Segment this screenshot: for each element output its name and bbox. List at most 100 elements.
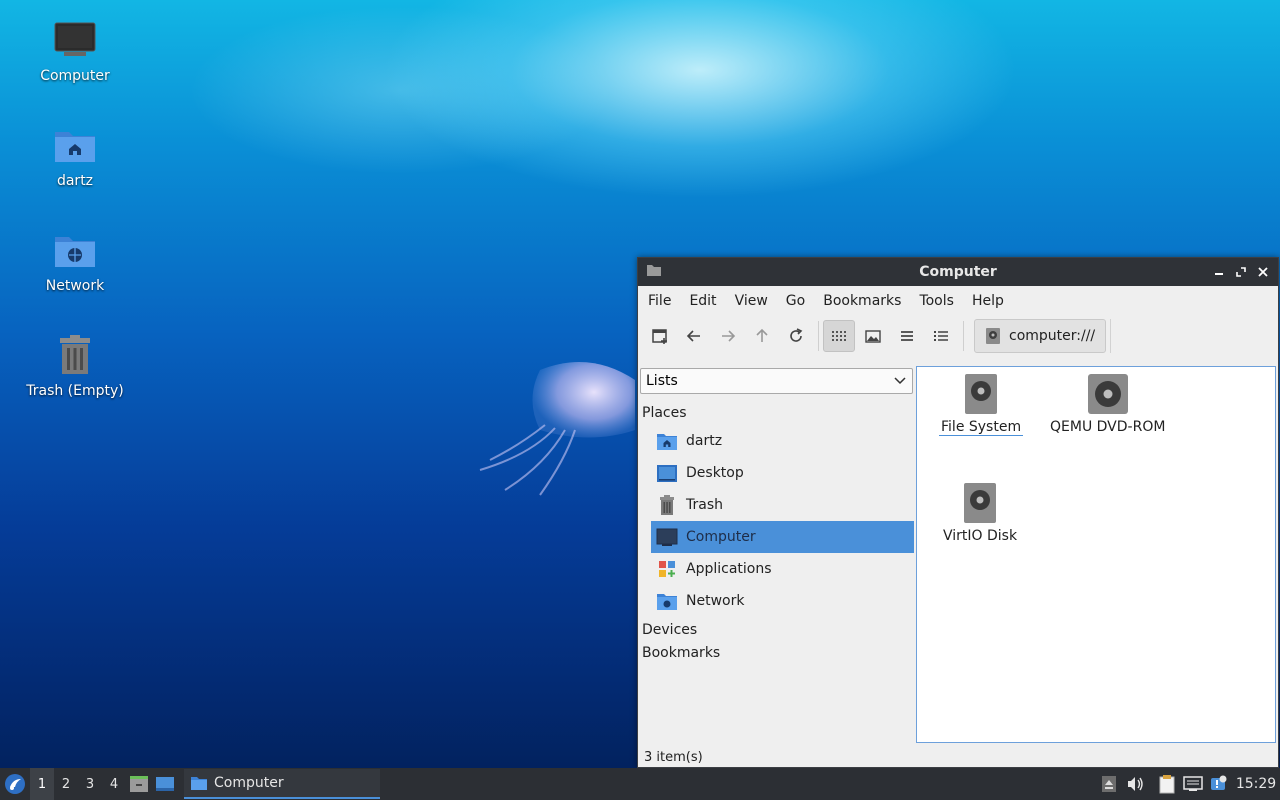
up-button[interactable] bbox=[746, 320, 778, 352]
close-button[interactable] bbox=[1254, 263, 1272, 281]
desktop-icon-trash[interactable]: Trash (Empty) bbox=[10, 331, 140, 399]
computer-icon bbox=[656, 526, 678, 548]
minimize-icon bbox=[1215, 273, 1223, 275]
sidebar-item-label: Network bbox=[686, 593, 745, 609]
folder-app-icon bbox=[646, 263, 662, 281]
maximize-button[interactable] bbox=[1232, 263, 1250, 281]
clock[interactable]: 15:29 bbox=[1232, 776, 1280, 792]
thumbnail-view-button[interactable] bbox=[857, 320, 889, 352]
task-label: Computer bbox=[214, 775, 284, 791]
sidebar-item-trash[interactable]: Trash bbox=[651, 489, 914, 521]
workspace-4[interactable]: 4 bbox=[102, 768, 126, 800]
sidebar-item-label: Trash bbox=[686, 497, 723, 513]
start-menu-button[interactable] bbox=[0, 768, 30, 800]
arrow-up-icon bbox=[756, 328, 768, 342]
list-compact-icon bbox=[901, 331, 913, 341]
sidebar-item-computer[interactable]: Computer bbox=[651, 521, 914, 553]
file-item-virtio-disk[interactable]: VirtIO Disk bbox=[941, 482, 1019, 544]
new-window-button[interactable] bbox=[644, 320, 676, 352]
network-folder-icon bbox=[656, 590, 678, 612]
desktop-icon-computer[interactable]: Computer bbox=[10, 16, 140, 84]
window-title: Computer bbox=[919, 264, 997, 280]
list-detailed-icon bbox=[934, 331, 948, 341]
desktop-icon-label: dartz bbox=[56, 173, 94, 189]
network-status-button[interactable] bbox=[1180, 768, 1206, 800]
notification-button[interactable] bbox=[1206, 768, 1232, 800]
file-item-file-system[interactable]: File System bbox=[939, 373, 1024, 436]
status-bar-text: 3 item(s) bbox=[644, 750, 703, 765]
icon-view-button[interactable] bbox=[823, 320, 855, 352]
workspace-1[interactable]: 1 bbox=[30, 768, 54, 800]
sidebar-mode-select[interactable]: Lists bbox=[640, 368, 913, 394]
path-bar-empty[interactable] bbox=[1110, 319, 1274, 353]
harddisk-icon bbox=[986, 328, 1000, 344]
minimize-button[interactable] bbox=[1210, 263, 1228, 281]
menu-go[interactable]: Go bbox=[780, 293, 811, 309]
file-cabinet-icon bbox=[130, 776, 148, 792]
sidebar-item-label: Applications bbox=[686, 561, 772, 577]
menu-bookmarks[interactable]: Bookmarks bbox=[817, 293, 907, 309]
trash-icon bbox=[656, 494, 678, 516]
menu-bar: File Edit View Go Bookmarks Tools Help bbox=[638, 286, 1278, 316]
home-folder-icon bbox=[656, 430, 678, 452]
file-view[interactable]: File System QEMU DVD-ROM VirtIO Disk bbox=[916, 366, 1276, 743]
file-item-label: File System bbox=[939, 419, 1024, 436]
menu-edit[interactable]: Edit bbox=[683, 293, 722, 309]
lubuntu-logo-icon bbox=[5, 774, 25, 794]
sidebar-item-network[interactable]: Network bbox=[651, 585, 914, 617]
toolbar-separator bbox=[963, 321, 964, 351]
desktop-icon-label: Computer bbox=[40, 68, 110, 84]
show-desktop-icon bbox=[156, 777, 174, 791]
menu-help[interactable]: Help bbox=[966, 293, 1010, 309]
close-icon bbox=[1258, 267, 1268, 277]
bookmarks-header[interactable]: Bookmarks bbox=[640, 642, 912, 665]
image-icon bbox=[865, 330, 881, 343]
sidebar-mode-value: Lists bbox=[646, 373, 678, 389]
volume-button[interactable] bbox=[1122, 768, 1148, 800]
optical-drive-icon bbox=[1087, 374, 1128, 414]
clipboard-icon bbox=[1159, 775, 1175, 794]
sidebar: Lists Places dartz Desktop Trash Compute… bbox=[638, 366, 914, 745]
workspace-2[interactable]: 2 bbox=[54, 768, 78, 800]
arrow-left-icon bbox=[686, 330, 700, 342]
window-titlebar[interactable]: Computer bbox=[638, 258, 1278, 286]
sidebar-item-desktop[interactable]: Desktop bbox=[651, 457, 914, 489]
places-header[interactable]: Places bbox=[640, 402, 912, 425]
notification-icon bbox=[1211, 775, 1227, 790]
desktop-icon-label: Network bbox=[45, 278, 105, 294]
back-button[interactable] bbox=[678, 320, 710, 352]
path-button-computer[interactable]: computer:/// bbox=[974, 319, 1107, 353]
maximize-icon bbox=[1236, 267, 1246, 277]
reload-icon bbox=[790, 328, 803, 342]
detailed-list-view-button[interactable] bbox=[925, 320, 957, 352]
menu-tools[interactable]: Tools bbox=[913, 293, 960, 309]
sidebar-item-dartz[interactable]: dartz bbox=[651, 425, 914, 457]
workspace-3[interactable]: 3 bbox=[78, 768, 102, 800]
harddisk-icon bbox=[965, 374, 998, 414]
menu-view[interactable]: View bbox=[729, 293, 774, 309]
sidebar-item-label: Desktop bbox=[686, 465, 744, 481]
eject-button[interactable] bbox=[1096, 768, 1122, 800]
sidebar-item-applications[interactable]: Applications bbox=[651, 553, 914, 585]
trash-icon bbox=[51, 331, 99, 379]
icon-view-icon bbox=[832, 331, 846, 341]
network-folder-icon bbox=[51, 226, 99, 274]
home-folder-icon bbox=[51, 121, 99, 169]
forward-button[interactable] bbox=[712, 320, 744, 352]
desktop-icon-network[interactable]: Network bbox=[10, 226, 140, 294]
taskbar-task-computer[interactable]: Computer bbox=[184, 769, 380, 799]
file-item-qemu-dvd-rom[interactable]: QEMU DVD-ROM bbox=[1048, 373, 1167, 435]
show-desktop-button[interactable] bbox=[152, 768, 178, 800]
devices-header[interactable]: Devices bbox=[640, 619, 912, 642]
file-manager-launcher[interactable] bbox=[126, 768, 152, 800]
chevron-down-icon bbox=[894, 377, 906, 385]
compact-view-button[interactable] bbox=[891, 320, 923, 352]
speaker-icon bbox=[1128, 777, 1143, 791]
desktop-icon-dartz[interactable]: dartz bbox=[10, 121, 140, 189]
new-window-icon bbox=[652, 329, 667, 344]
wired-network-icon bbox=[1183, 776, 1203, 791]
menu-file[interactable]: File bbox=[642, 293, 677, 309]
clipboard-button[interactable] bbox=[1154, 768, 1180, 800]
reload-button[interactable] bbox=[780, 320, 812, 352]
file-item-label: QEMU DVD-ROM bbox=[1050, 419, 1166, 435]
